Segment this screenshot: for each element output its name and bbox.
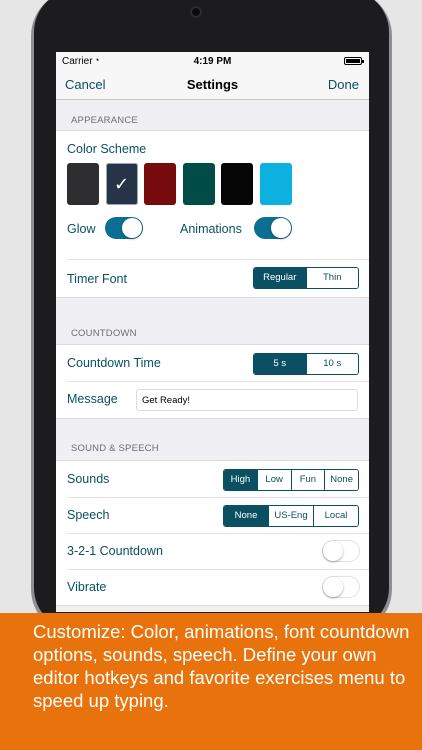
battery-icon	[344, 57, 364, 65]
switch-knob	[271, 218, 291, 238]
sounds-option-low[interactable]: Low	[256, 470, 291, 490]
animations-label: Animations	[180, 222, 242, 236]
speech-option-local[interactable]: Local	[313, 506, 358, 526]
message-input[interactable]	[136, 389, 358, 411]
phone-screen: Carrier ◔ 4:19 PM Cancel Settings Done A…	[56, 52, 369, 612]
color-swatch[interactable]	[182, 163, 215, 205]
color-swatch[interactable]	[67, 163, 99, 205]
countdown-321-label: 3-2-1 Countdown	[67, 544, 163, 558]
sounds-option-high[interactable]: High	[224, 470, 257, 490]
vibrate-label: Vibrate	[67, 580, 107, 594]
switch-knob	[122, 218, 142, 238]
section-header-appearance: APPEARANCE	[71, 115, 138, 126]
countdown-group: Countdown Time 5 s 10 s Message	[56, 344, 369, 419]
message-label: Message	[67, 392, 118, 406]
switch-knob	[323, 577, 343, 597]
front-camera	[190, 6, 202, 18]
color-scheme-label: Color Scheme	[67, 142, 147, 156]
sounds-row: Sounds High Low Fun None	[56, 461, 369, 497]
countdown-time-option-10-s[interactable]: 10 s	[305, 354, 358, 374]
promo-banner: Customize: Color, animations, font count…	[0, 613, 422, 750]
countdown-321-switch[interactable]	[322, 540, 360, 562]
speech-label: Speech	[67, 508, 110, 522]
sounds-segmented-control: High Low Fun None	[223, 469, 359, 491]
speech-option-us-eng[interactable]: US-Eng	[268, 506, 313, 526]
vibrate-switch[interactable]	[322, 576, 360, 598]
speech-segmented-control: None US-Eng Local	[223, 505, 359, 527]
color-swatch[interactable]	[221, 163, 253, 205]
countdown-time-option-5-s[interactable]: 5 s	[254, 354, 306, 374]
sounds-label: Sounds	[67, 472, 110, 486]
animations-switch[interactable]	[254, 217, 292, 239]
sounds-option-fun[interactable]: Fun	[290, 470, 325, 490]
navigation-bar: Cancel Settings Done	[56, 70, 369, 100]
status-bar: Carrier ◔ 4:19 PM	[56, 52, 369, 70]
done-button[interactable]: Done	[328, 77, 359, 92]
battery-level	[346, 59, 360, 63]
color-swatch[interactable]	[259, 163, 292, 205]
speech-option-none[interactable]: None	[224, 506, 268, 526]
color-scheme-row: Color Scheme ✓ Glow Animations	[56, 131, 369, 259]
glow-switch[interactable]	[105, 217, 143, 239]
countdown-321-row: 3-2-1 Countdown	[56, 533, 369, 569]
page-title: Settings	[186, 77, 239, 92]
color-swatch[interactable]	[144, 163, 176, 205]
switch-knob	[323, 541, 343, 561]
checkmark-icon: ✓	[113, 174, 130, 194]
countdown-time-row: Countdown Time 5 s 10 s	[56, 345, 369, 381]
sound-speech-group: Sounds High Low Fun None Speech None US-Eng L…	[56, 460, 369, 606]
section-header-countdown: COUNTDOWN	[71, 328, 137, 339]
promo-text: Customize: Color, animations, font count…	[33, 621, 410, 711]
timer-font-option-regular[interactable]: Regular	[254, 268, 306, 288]
timer-font-row: Timer Font Regular Thin	[56, 259, 369, 297]
glow-label: Glow	[67, 222, 96, 236]
timer-font-segmented-control: Regular Thin	[253, 267, 359, 289]
countdown-time-label: Countdown Time	[67, 356, 161, 370]
sounds-option-none[interactable]: None	[324, 470, 358, 490]
speech-row: Speech None US-Eng Local	[56, 497, 369, 533]
appearance-group: Color Scheme ✓ Glow Animations Timer Fon…	[56, 130, 369, 298]
timer-font-option-thin[interactable]: Thin	[305, 268, 358, 288]
color-swatch[interactable]: ✓	[105, 163, 138, 205]
timer-font-label: Timer Font	[67, 272, 127, 286]
status-time: 4:19 PM	[193, 56, 232, 67]
message-row: Message	[56, 381, 369, 418]
countdown-time-segmented-control: 5 s 10 s	[253, 353, 359, 375]
section-header-sound-speech: SOUND & SPEECH	[71, 443, 159, 454]
vibrate-row: Vibrate	[56, 569, 369, 605]
